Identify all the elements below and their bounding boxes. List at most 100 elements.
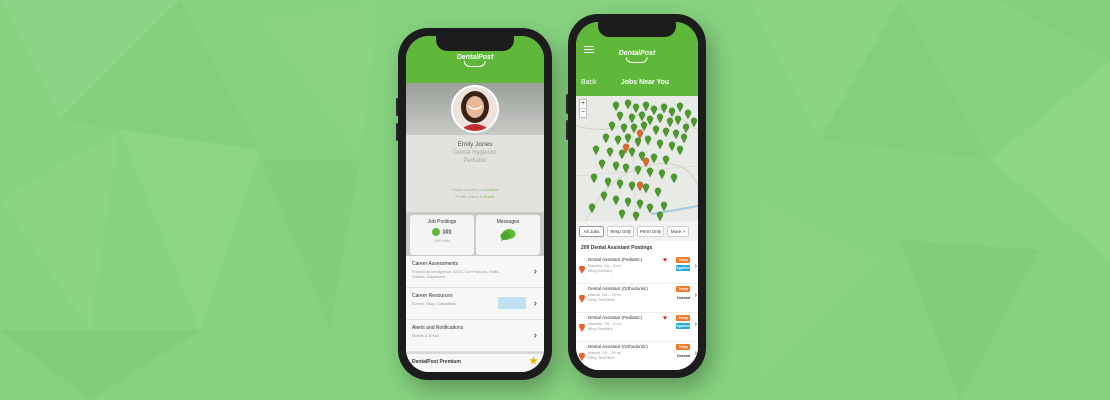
chevron-right-icon: › [533, 265, 537, 277]
menu-list: Career Assessments Emotional Intelligenc… [406, 256, 544, 352]
filter-perm-only[interactable]: Perm Only [637, 226, 664, 237]
map-pin[interactable] [668, 141, 676, 152]
menu-item-alerts[interactable]: Alerts and Notifications Mobile & Email … [406, 320, 544, 352]
map-pin[interactable] [612, 195, 620, 206]
volume-button [396, 98, 398, 116]
profile-title: Dental Hygienist [453, 150, 497, 156]
job-listing[interactable]: Dental Assistant (Orthodontic) Atlanta, … [576, 284, 698, 313]
map-pin[interactable] [650, 105, 658, 116]
map-pin[interactable] [634, 165, 642, 176]
map-pin[interactable] [628, 181, 636, 192]
premium-bar[interactable]: DentalPost Premium ★ [406, 352, 544, 372]
job-filter-bar: All Jobs Temp Only Perm Only More > [576, 221, 698, 241]
map-pin[interactable] [650, 153, 658, 164]
map-pin[interactable] [680, 133, 688, 144]
map-pin[interactable] [600, 191, 608, 202]
map-pin[interactable] [670, 173, 678, 184]
map-pin[interactable] [654, 187, 662, 198]
job-postings-title: Job Postings [427, 219, 457, 225]
job-postings-new: (100 new) [434, 239, 450, 243]
map-pin[interactable] [632, 211, 640, 221]
map-pin[interactable] [684, 109, 692, 120]
zoom-in-button[interactable]: + [580, 100, 586, 108]
chevron-right-icon: › [694, 350, 697, 357]
map-pin[interactable] [642, 183, 650, 194]
map-pin[interactable] [666, 117, 674, 128]
map-pin[interactable] [602, 133, 610, 144]
zoom-out-button[interactable]: − [580, 108, 586, 117]
menu-item-career-assessments[interactable]: Career Assessments Emotional Intelligenc… [406, 256, 544, 288]
map-pin[interactable] [628, 147, 636, 158]
resources-thumbnail [498, 297, 526, 309]
filter-all-jobs[interactable]: All Jobs [579, 226, 604, 237]
map-pin[interactable] [612, 161, 620, 172]
temp-badge: Temp [676, 315, 690, 321]
map-pin[interactable] [660, 201, 668, 212]
map-pin[interactable] [616, 111, 624, 122]
map-pin[interactable] [614, 135, 622, 146]
map-pin[interactable] [656, 113, 664, 124]
map-pin[interactable] [656, 211, 664, 221]
phone-notch [436, 36, 514, 51]
menu-item-career-resources[interactable]: Career Resources Events, Blog, Classifie… [406, 288, 544, 320]
location-pin-icon [579, 295, 585, 303]
volume-button [566, 120, 568, 140]
map-pin[interactable] [646, 203, 654, 214]
map-pin[interactable] [624, 99, 632, 110]
filter-more[interactable]: More > [667, 226, 689, 237]
temp-badge: Temp [676, 344, 690, 350]
map-pin[interactable] [674, 115, 682, 126]
map-pin[interactable] [592, 145, 600, 156]
temp-badge: Temp [676, 257, 690, 263]
map-pin[interactable] [612, 101, 620, 112]
map-canvas[interactable] [576, 96, 698, 221]
map-pin[interactable] [618, 149, 626, 160]
map-pin[interactable] [624, 197, 632, 208]
map-pin[interactable] [630, 123, 638, 134]
map-pin[interactable] [676, 102, 684, 113]
filter-temp-only[interactable]: Temp Only [607, 226, 634, 237]
location-pin-icon [579, 353, 585, 361]
job-listing[interactable]: Dental Assistant (Orthodontic) Atlanta, … [576, 342, 698, 370]
menu-item-subtitle: Mobile & Email [412, 333, 439, 338]
map-pin[interactable] [672, 129, 680, 140]
menu-item-subtitle: Emotional Intelligence, DISC, Core Value… [412, 269, 500, 279]
favorite-heart-icon[interactable]: ♥ [663, 257, 667, 264]
map-pin[interactable] [658, 169, 666, 180]
map-pin[interactable] [676, 145, 684, 156]
map-pin[interactable] [636, 199, 644, 210]
map-pin[interactable] [638, 111, 646, 122]
map-pin[interactable] [620, 123, 628, 134]
map-pin[interactable] [646, 167, 654, 178]
job-listing[interactable]: Dental Assistant (Pediatric) Marietta, G… [576, 255, 698, 284]
map-pin[interactable] [598, 159, 606, 170]
favorite-heart-icon[interactable]: ♥ [663, 315, 667, 322]
menu-item-title: Alerts and Notifications [412, 325, 464, 331]
map-pin-featured[interactable] [636, 181, 644, 192]
map-pin[interactable] [618, 209, 626, 220]
map-pin[interactable] [646, 115, 654, 126]
map-pin[interactable] [640, 121, 648, 132]
avatar[interactable] [451, 85, 499, 133]
map-pin[interactable] [668, 107, 676, 118]
map-pin[interactable] [662, 127, 670, 138]
map-pin[interactable] [616, 179, 624, 190]
job-listing[interactable]: Dental Assistant (Pediatric) Marietta, G… [576, 313, 698, 342]
map-pin[interactable] [606, 147, 614, 158]
map-pin[interactable] [590, 173, 598, 184]
map-pin[interactable] [644, 135, 652, 146]
phone-jobs: DentalPost Back Jobs Near You + − All Jo… [566, 14, 706, 378]
messages-card[interactable]: Messages [476, 215, 540, 255]
map-pin[interactable] [652, 125, 660, 136]
map-pin[interactable] [656, 139, 664, 150]
map-pin[interactable] [682, 123, 690, 134]
map-pin[interactable] [608, 121, 616, 132]
map-pin[interactable] [632, 103, 640, 114]
job-postings-card[interactable]: Job Postings 101 (100 new) [410, 215, 474, 255]
map-pin[interactable] [624, 133, 632, 144]
map-pin[interactable] [588, 203, 596, 214]
hamburger-menu-icon[interactable] [584, 46, 594, 55]
chevron-right-icon: › [694, 263, 697, 270]
temp-badge: Temp [676, 286, 690, 292]
jobs-map[interactable]: + − [576, 96, 698, 221]
